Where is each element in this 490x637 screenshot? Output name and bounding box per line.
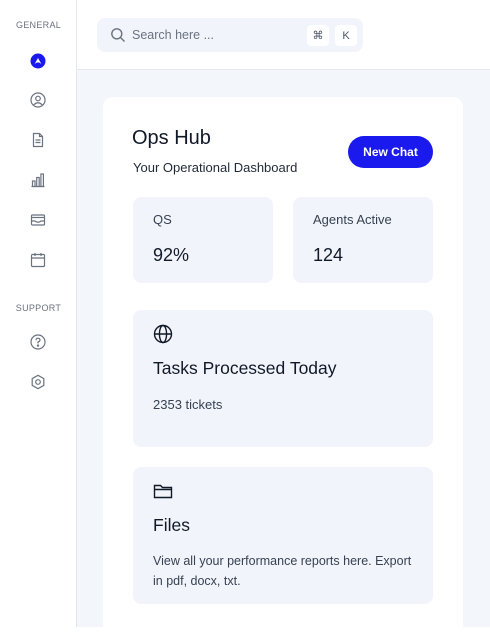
tasks-panel: Tasks Processed Today 2353 tickets <box>133 310 433 447</box>
globe-icon <box>153 324 173 344</box>
general-section-label: GENERAL <box>15 20 62 30</box>
settings-icon <box>31 374 45 390</box>
stat-value: 92% <box>153 245 190 265</box>
search-icon <box>111 28 125 42</box>
tasks-value: 2353 tickets <box>153 397 223 412</box>
calendar-icon <box>30 253 46 268</box>
bar-chart-icon <box>31 173 45 188</box>
stat-label: QS <box>153 212 172 227</box>
files-panel[interactable]: Files View all your performance reports … <box>133 467 433 604</box>
search-input[interactable] <box>132 25 302 45</box>
sidebar-item-calendar[interactable] <box>28 250 48 270</box>
sidebar-item-home[interactable] <box>28 51 48 71</box>
sidebar-item-settings[interactable] <box>28 372 48 392</box>
stat-card-qs: QS 92% <box>133 197 273 283</box>
sidebar-item-inbox[interactable] <box>28 210 48 230</box>
inbox-icon <box>30 214 46 226</box>
search-bar: ⌘ K <box>97 18 363 52</box>
stat-card-agents-active: Agents Active 124 <box>293 197 433 283</box>
sidebar-item-documents[interactable] <box>28 130 48 150</box>
top-bar: ⌘ K <box>77 0 490 70</box>
document-icon <box>32 132 44 148</box>
user-icon <box>30 92 46 108</box>
new-chat-button[interactable]: New Chat <box>348 136 433 168</box>
support-section-label: SUPPORT <box>15 303 62 313</box>
files-description: View all your performance reports here. … <box>153 554 412 588</box>
help-icon <box>30 334 46 350</box>
page-subtitle: Your Operational Dashboard <box>133 160 298 175</box>
sidebar-item-help[interactable] <box>28 332 48 352</box>
folder-icon <box>153 484 173 499</box>
sidebar-item-analytics[interactable] <box>28 170 48 190</box>
stat-label: Agents Active <box>313 212 392 227</box>
main-content: Ops Hub Your Operational Dashboard New C… <box>77 70 490 637</box>
shortcut-key-k: K <box>335 25 357 46</box>
tasks-title: Tasks Processed Today <box>153 358 337 378</box>
home-icon <box>30 53 46 69</box>
sidebar: GENERAL SUPPORT <box>0 0 77 627</box>
dashboard-card: Ops Hub Your Operational Dashboard New C… <box>103 97 463 637</box>
sidebar-item-profile[interactable] <box>28 90 48 110</box>
page-title: Ops Hub <box>132 127 211 149</box>
stat-value: 124 <box>313 245 344 265</box>
files-title: Files <box>153 515 190 535</box>
shortcut-key-command: ⌘ <box>307 25 329 46</box>
